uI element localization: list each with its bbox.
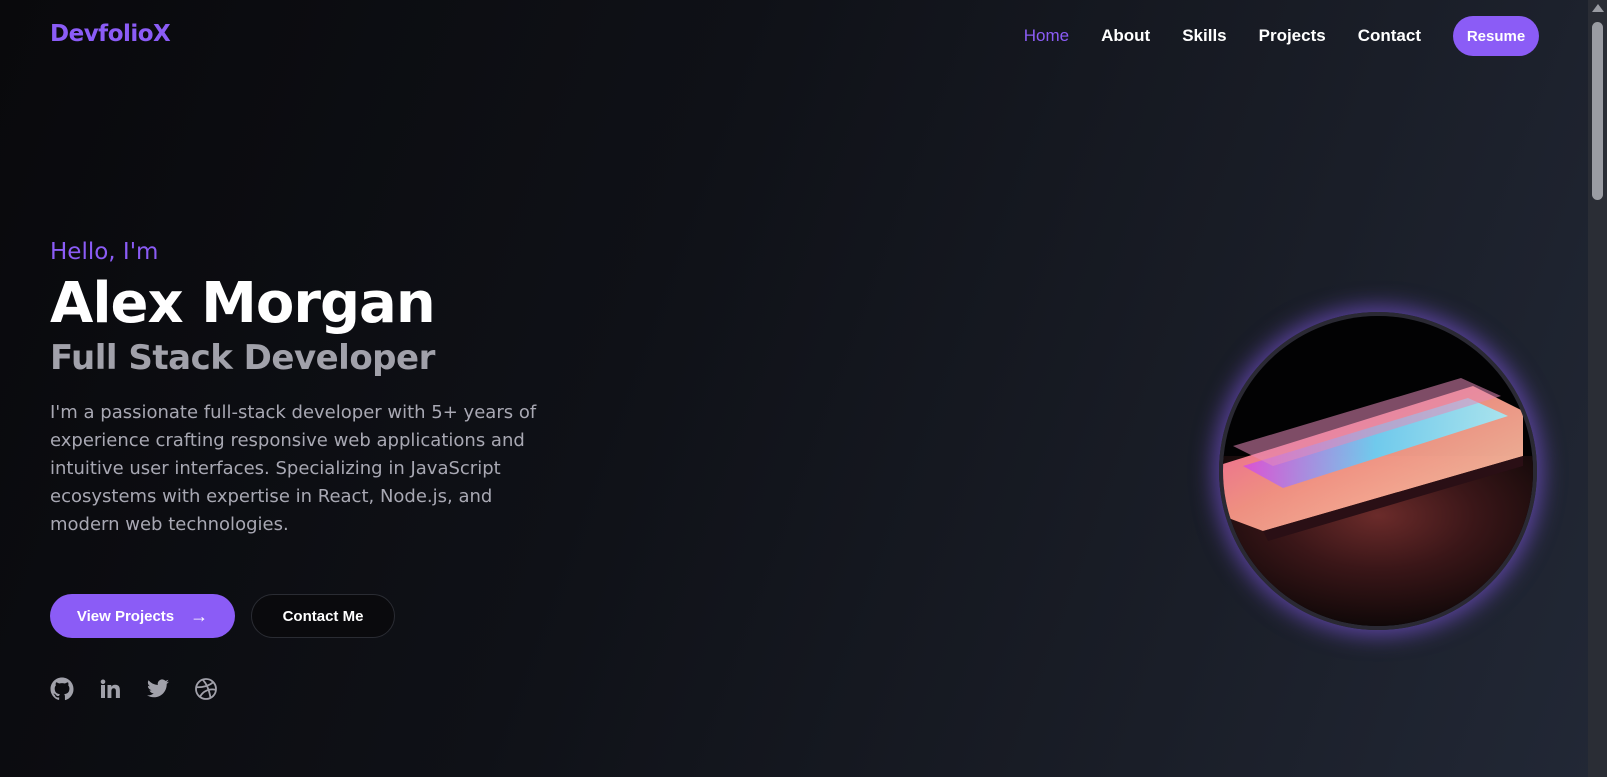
nav-link-projects[interactable]: Projects <box>1259 26 1326 46</box>
navbar: DevfolioX Home About Skills Projects Con… <box>0 0 1588 72</box>
twitter-icon[interactable] <box>146 677 170 701</box>
hero-intro: Hello, I'm Alex Morgan Full Stack Develo… <box>50 237 550 539</box>
linkedin-icon[interactable] <box>98 677 122 701</box>
page: DevfolioX Home About Skills Projects Con… <box>0 0 1607 777</box>
scroll-up-icon[interactable] <box>1592 4 1604 12</box>
view-projects-label: View Projects <box>76 607 175 625</box>
laptop-image <box>1219 312 1537 630</box>
hero-bio: I'm a passionate full-stack developer wi… <box>50 402 537 535</box>
arrow-right-icon: → <box>190 605 209 626</box>
resume-button[interactable]: Resume <box>1453 16 1539 56</box>
view-projects-button[interactable]: View Projects → <box>50 594 235 638</box>
scroll-thumb[interactable] <box>1592 22 1603 200</box>
nav-link-home[interactable]: Home <box>1024 26 1069 46</box>
nav-link-contact[interactable]: Contact <box>1358 26 1421 46</box>
site-logo[interactable]: DevfolioX <box>50 21 171 47</box>
hero-role: Full Stack Developer <box>50 338 435 378</box>
hero-name: Alex Morgan <box>50 271 436 336</box>
nav-link-about[interactable]: About <box>1101 26 1150 46</box>
hero-cta-row: View Projects → Contact Me <box>50 594 395 638</box>
dribbble-icon[interactable] <box>194 677 218 701</box>
github-icon[interactable] <box>50 677 74 701</box>
contact-me-button[interactable]: Contact Me <box>251 594 395 638</box>
page-scrollbar[interactable] <box>1588 0 1607 777</box>
nav-links: Home About Skills Projects Contact Resum… <box>992 16 1539 56</box>
social-links <box>50 677 242 701</box>
nav-link-skills[interactable]: Skills <box>1182 26 1226 46</box>
hero-greeting: Hello, I'm <box>50 239 159 265</box>
